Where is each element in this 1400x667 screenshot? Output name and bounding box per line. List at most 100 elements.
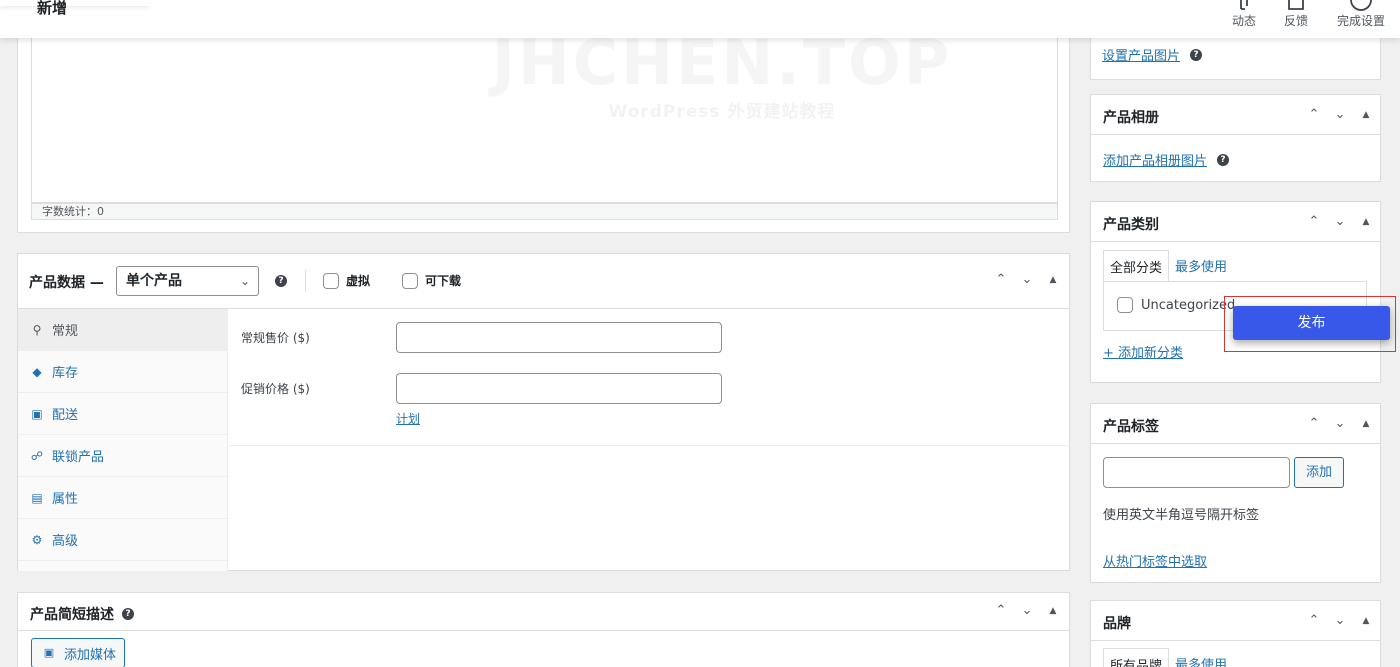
downloadable-checkbox[interactable] [402, 272, 418, 289]
tab-all-brands[interactable]: 所有品牌 [1103, 648, 1170, 667]
move-up-icon[interactable]: ⌃ [1306, 416, 1322, 431]
popular-tags-link[interactable]: 从热门标签中选取 [1103, 551, 1207, 570]
add-gallery-images-link[interactable]: 添加产品相册图片 [1103, 150, 1207, 169]
product-image-box: 设置产品图片 ? [1090, 34, 1381, 80]
product-type-select[interactable]: 单个产品 ⌄ [116, 266, 259, 296]
tab-inventory[interactable]: ◆ 库存 [18, 351, 227, 393]
gallery-title: 产品相册 [1103, 110, 1159, 126]
product-data-tabs: ⚲ 常规 ◆ 库存 ▣ 配送 ☍ 联锁产品 ▤ 属性 ⚙ 高级 [18, 309, 228, 571]
collapse-icon[interactable]: ▲ [1045, 275, 1061, 285]
watermark: JHCHEN.TOP WordPress 外贸建站教程 [492, 32, 950, 123]
feedback-button[interactable]: 反馈 [1266, 0, 1326, 29]
collapse-icon[interactable]: ▲ [1358, 110, 1374, 120]
product-data-panel: 产品数据 — 单个产品 ⌄ ? 虚拟 可下载 ⌃ ⌄ ▲ ⚲ 常规 ◆ 库存 ▣… [17, 253, 1070, 571]
regular-price-label: 常规售价 ($) [241, 331, 310, 345]
tags-title: 产品标签 [1103, 419, 1159, 435]
move-down-icon[interactable]: ⌄ [1332, 214, 1348, 229]
help-icon[interactable]: ? [122, 608, 134, 620]
link-icon: ☍ [30, 448, 44, 463]
chevron-down-icon: ⌄ [239, 274, 250, 288]
divider [229, 445, 1070, 446]
move-up-icon[interactable]: ⌃ [1306, 214, 1322, 229]
wrench-icon: ⚲ [32, 322, 42, 337]
activity-button[interactable]: 动态 [1214, 0, 1274, 29]
tab-all-categories[interactable]: 全部分类 [1103, 250, 1170, 282]
category-tabs: 全部分类 最多使用 [1103, 250, 1233, 282]
product-gallery-box: 产品相册 ⌃ ⌄ ▲ 添加产品相册图片 ? [1090, 94, 1381, 182]
product-data-header: 产品数据 — 单个产品 ⌄ ? 虚拟 可下载 ⌃ ⌄ ▲ [18, 254, 1069, 309]
short-description-header: 产品简短描述 ? ⌃ ⌄ ▲ [18, 593, 1069, 631]
virtual-checkbox-group[interactable]: 虚拟 [323, 272, 370, 289]
panel-controls: ⌃ ⌄ ▲ [993, 603, 1061, 618]
page-title: 新增 [37, 0, 68, 17]
move-down-icon[interactable]: ⌄ [1332, 613, 1348, 628]
tag-hint: 使用英文半角逗号隔开标签 [1103, 508, 1260, 523]
move-down-icon[interactable]: ⌄ [1332, 107, 1348, 122]
add-new-category-link[interactable]: + 添加新分类 [1103, 342, 1183, 361]
brands-title: 品牌 [1103, 616, 1131, 632]
tag-icon: ◆ [32, 364, 42, 379]
move-up-icon[interactable]: ⌃ [1306, 107, 1322, 122]
content-editor-panel: JHCHEN.TOP WordPress 外贸建站教程 字数统计：0 [17, 32, 1070, 233]
move-down-icon[interactable]: ⌄ [1332, 416, 1348, 431]
media-icon: ▣ [43, 646, 55, 659]
virtual-checkbox[interactable] [323, 272, 339, 289]
tag-input[interactable] [1103, 457, 1290, 488]
tab-advanced[interactable]: ⚙ 高级 [18, 519, 227, 561]
feedback-icon [1266, 0, 1326, 13]
panel-controls: ⌃ ⌄ ▲ [1306, 214, 1374, 229]
product-categories-box: 产品类别 ⌃ ⌄ ▲ 全部分类 最多使用 Uncategorized + 添加新… [1090, 201, 1381, 383]
move-up-icon[interactable]: ⌃ [993, 272, 1009, 287]
product-tags-box: 产品标签 ⌃ ⌄ ▲ 添加 使用英文半角逗号隔开标签 从热门标签中选取 [1090, 403, 1381, 583]
tab-shipping[interactable]: ▣ 配送 [18, 393, 227, 435]
truck-icon: ▣ [31, 406, 43, 421]
tab-most-used[interactable]: 最多使用 [1169, 250, 1233, 282]
activity-icon [1214, 0, 1274, 13]
collapse-icon[interactable]: ▲ [1358, 419, 1374, 429]
regular-price-input[interactable] [396, 322, 722, 353]
tab-brands-most-used[interactable]: 最多使用 [1169, 648, 1233, 667]
categories-title: 产品类别 [1103, 217, 1159, 233]
downloadable-checkbox-group[interactable]: 可下载 [402, 272, 461, 289]
help-icon[interactable]: ? [1190, 48, 1203, 61]
panel-controls: ⌃ ⌄ ▲ [1306, 613, 1374, 628]
move-down-icon[interactable]: ⌄ [1019, 272, 1035, 287]
product-data-title: 产品数据 — [29, 275, 104, 291]
schedule-link[interactable]: 计划 [396, 410, 420, 427]
sale-price-label: 促销价格 ($) [241, 382, 310, 396]
content-editor-area[interactable]: JHCHEN.TOP WordPress 外贸建站教程 [31, 32, 1058, 203]
add-media-button[interactable]: ▣ 添加媒体 [31, 638, 126, 667]
short-description-panel: 产品简短描述 ? ⌃ ⌄ ▲ ▣ 添加媒体 [17, 592, 1070, 667]
panel-controls: ⌃ ⌄ ▲ [1306, 107, 1374, 122]
set-product-image-link[interactable]: 设置产品图片 [1102, 45, 1180, 64]
move-down-icon[interactable]: ⌄ [1019, 603, 1035, 618]
sale-price-input[interactable] [396, 373, 722, 404]
help-icon[interactable]: ? [1217, 153, 1230, 166]
add-tag-button[interactable]: 添加 [1294, 457, 1344, 488]
publish-button[interactable]: 发布 [1233, 306, 1390, 340]
table-icon: ▤ [31, 490, 43, 505]
setup-button[interactable]: 完成设置 [1331, 0, 1391, 29]
tab-linked-products[interactable]: ☍ 联锁产品 [18, 435, 227, 477]
category-checkbox[interactable] [1117, 297, 1133, 313]
help-icon[interactable]: ? [275, 275, 287, 287]
divider [305, 270, 306, 292]
move-up-icon[interactable]: ⌃ [993, 603, 1009, 618]
word-count: 字数统计：0 [31, 203, 1058, 220]
panel-controls: ⌃ ⌄ ▲ [1306, 416, 1374, 431]
setup-progress-icon [1331, 0, 1391, 13]
collapse-icon[interactable]: ▲ [1358, 616, 1374, 626]
move-up-icon[interactable]: ⌃ [1306, 613, 1322, 628]
brands-box: 品牌 ⌃ ⌄ ▲ 所有品牌 最多使用 [1090, 600, 1381, 667]
title-tab-shadow [0, 0, 150, 6]
category-item[interactable]: Uncategorized [1117, 297, 1235, 313]
gear-icon: ⚙ [31, 532, 43, 547]
top-bar: 新增 动态 反馈 完成设置 [0, 0, 1400, 38]
brand-tabs: 所有品牌 最多使用 [1103, 648, 1233, 667]
collapse-icon[interactable]: ▲ [1045, 606, 1061, 616]
short-description-title: 产品简短描述 [30, 607, 114, 623]
panel-controls: ⌃ ⌄ ▲ [993, 272, 1061, 287]
collapse-icon[interactable]: ▲ [1358, 217, 1374, 227]
tab-attributes[interactable]: ▤ 属性 [18, 477, 227, 519]
tab-general[interactable]: ⚲ 常规 [18, 309, 227, 351]
